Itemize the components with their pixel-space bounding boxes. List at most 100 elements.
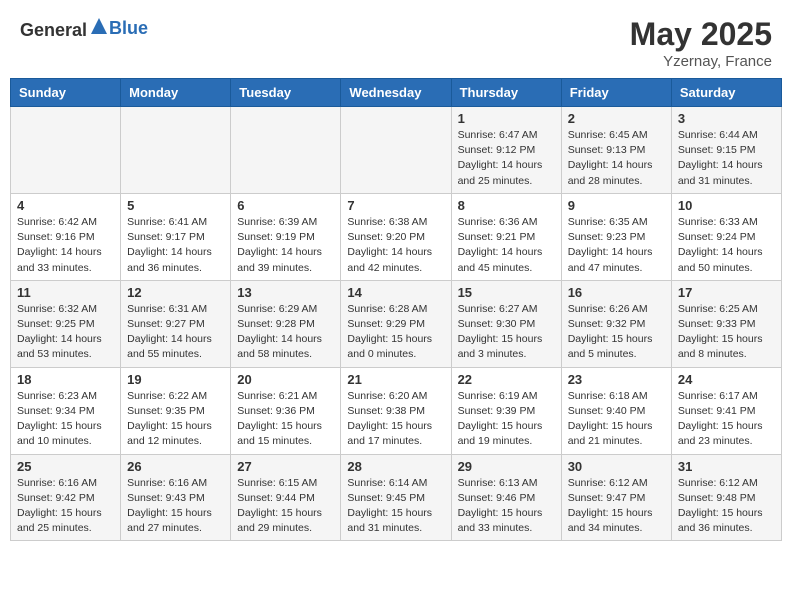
calendar-cell <box>341 107 451 194</box>
calendar-cell: 21 Sunrise: 6:20 AMSunset: 9:38 PMDayligh… <box>341 367 451 454</box>
day-number: 24 <box>678 372 775 387</box>
calendar-cell: 12 Sunrise: 6:31 AMSunset: 9:27 PMDayligh… <box>121 280 231 367</box>
day-info: Sunrise: 6:16 AMSunset: 9:43 PMDaylight:… <box>127 476 224 537</box>
day-number: 29 <box>458 459 555 474</box>
calendar-cell: 31 Sunrise: 6:12 AMSunset: 9:48 PMDayligh… <box>671 454 781 541</box>
calendar-cell: 17Sunrise: 6:25 AMSunset: 9:33 PMDayligh… <box>671 280 781 367</box>
calendar-cell: 8 Sunrise: 6:36 AMSunset: 9:21 PMDaylight… <box>451 193 561 280</box>
day-info: Sunrise: 6:41 AMSunset: 9:17 PMDaylight:… <box>127 215 224 276</box>
calendar-cell: 9Sunrise: 6:35 AMSunset: 9:23 PMDaylight… <box>561 193 671 280</box>
day-number: 8 <box>458 198 555 213</box>
day-info: Sunrise: 6:12 AMSunset: 9:48 PMDaylight:… <box>678 476 775 537</box>
day-info: Sunrise: 6:12 AMSunset: 9:47 PMDaylight:… <box>568 476 665 537</box>
day-info: Sunrise: 6:45 AMSunset: 9:13 PMDaylight:… <box>568 128 665 189</box>
day-info: Sunrise: 6:36 AMSunset: 9:21 PMDaylight:… <box>458 215 555 276</box>
day-info: Sunrise: 6:27 AMSunset: 9:30 PMDaylight:… <box>458 302 555 363</box>
day-number: 3 <box>678 111 775 126</box>
weekday-header-wednesday: Wednesday <box>341 79 451 107</box>
calendar-cell: 1Sunrise: 6:47 AMSunset: 9:12 PMDaylight… <box>451 107 561 194</box>
day-number: 23 <box>568 372 665 387</box>
day-number: 27 <box>237 459 334 474</box>
day-info: Sunrise: 6:15 AMSunset: 9:44 PMDaylight:… <box>237 476 334 537</box>
day-info: Sunrise: 6:44 AMSunset: 9:15 PMDaylight:… <box>678 128 775 189</box>
day-number: 6 <box>237 198 334 213</box>
day-info: Sunrise: 6:42 AMSunset: 9:16 PMDaylight:… <box>17 215 114 276</box>
calendar-cell: 6 Sunrise: 6:39 AMSunset: 9:19 PMDaylight… <box>231 193 341 280</box>
calendar-cell: 13Sunrise: 6:29 AMSunset: 9:28 PMDayligh… <box>231 280 341 367</box>
day-info: Sunrise: 6:29 AMSunset: 9:28 PMDaylight:… <box>237 302 334 363</box>
day-number: 2 <box>568 111 665 126</box>
calendar-cell: 24 Sunrise: 6:17 AMSunset: 9:41 PMDayligh… <box>671 367 781 454</box>
calendar-cell: 20 Sunrise: 6:21 AMSunset: 9:36 PMDayligh… <box>231 367 341 454</box>
calendar-cell: 3 Sunrise: 6:44 AMSunset: 9:15 PMDaylight… <box>671 107 781 194</box>
day-info: Sunrise: 6:17 AMSunset: 9:41 PMDaylight:… <box>678 389 775 450</box>
logo-general: General <box>20 20 87 40</box>
month-title: May 2025 <box>630 16 772 53</box>
calendar-cell: 26 Sunrise: 6:16 AMSunset: 9:43 PMDayligh… <box>121 454 231 541</box>
day-number: 31 <box>678 459 775 474</box>
calendar-cell: 16Sunrise: 6:26 AMSunset: 9:32 PMDayligh… <box>561 280 671 367</box>
weekday-header-saturday: Saturday <box>671 79 781 107</box>
calendar-cell: 19Sunrise: 6:22 AMSunset: 9:35 PMDayligh… <box>121 367 231 454</box>
day-info: Sunrise: 6:14 AMSunset: 9:45 PMDaylight:… <box>347 476 444 537</box>
day-info: Sunrise: 6:16 AMSunset: 9:42 PMDaylight:… <box>17 476 114 537</box>
day-info: Sunrise: 6:28 AMSunset: 9:29 PMDaylight:… <box>347 302 444 363</box>
calendar-cell: 4 Sunrise: 6:42 AMSunset: 9:16 PMDaylight… <box>11 193 121 280</box>
day-number: 16 <box>568 285 665 300</box>
day-number: 26 <box>127 459 224 474</box>
title-area: May 2025 Yzernay, France <box>630 16 772 70</box>
day-number: 5 <box>127 198 224 213</box>
calendar-cell: 10 Sunrise: 6:33 AMSunset: 9:24 PMDayligh… <box>671 193 781 280</box>
logo-blue: Blue <box>109 18 148 38</box>
week-row-2: 4 Sunrise: 6:42 AMSunset: 9:16 PMDaylight… <box>11 193 782 280</box>
day-info: Sunrise: 6:33 AMSunset: 9:24 PMDaylight:… <box>678 215 775 276</box>
day-info: Sunrise: 6:20 AMSunset: 9:38 PMDaylight:… <box>347 389 444 450</box>
day-info: Sunrise: 6:31 AMSunset: 9:27 PMDaylight:… <box>127 302 224 363</box>
page-header: General Blue May 2025 Yzernay, France <box>0 0 792 78</box>
week-row-1: 1Sunrise: 6:47 AMSunset: 9:12 PMDaylight… <box>11 107 782 194</box>
week-row-4: 18 Sunrise: 6:23 AMSunset: 9:34 PMDayligh… <box>11 367 782 454</box>
day-number: 30 <box>568 459 665 474</box>
calendar-cell: 15 Sunrise: 6:27 AMSunset: 9:30 PMDayligh… <box>451 280 561 367</box>
calendar-cell: 23 Sunrise: 6:18 AMSunset: 9:40 PMDayligh… <box>561 367 671 454</box>
day-number: 19 <box>127 372 224 387</box>
day-number: 4 <box>17 198 114 213</box>
calendar-cell: 11Sunrise: 6:32 AMSunset: 9:25 PMDayligh… <box>11 280 121 367</box>
day-number: 12 <box>127 285 224 300</box>
day-number: 14 <box>347 285 444 300</box>
calendar-cell: 5 Sunrise: 6:41 AMSunset: 9:17 PMDaylight… <box>121 193 231 280</box>
day-number: 9 <box>568 198 665 213</box>
calendar-cell <box>11 107 121 194</box>
day-number: 1 <box>458 111 555 126</box>
day-number: 21 <box>347 372 444 387</box>
location: Yzernay, France <box>630 53 772 70</box>
calendar-wrapper: SundayMondayTuesdayWednesdayThursdayFrid… <box>0 78 792 551</box>
day-number: 10 <box>678 198 775 213</box>
day-number: 28 <box>347 459 444 474</box>
weekday-header-sunday: Sunday <box>11 79 121 107</box>
logo-icon <box>89 16 109 36</box>
day-info: Sunrise: 6:19 AMSunset: 9:39 PMDaylight:… <box>458 389 555 450</box>
day-info: Sunrise: 6:25 AMSunset: 9:33 PMDaylight:… <box>678 302 775 363</box>
calendar-cell: 2 Sunrise: 6:45 AMSunset: 9:13 PMDaylight… <box>561 107 671 194</box>
day-info: Sunrise: 6:21 AMSunset: 9:36 PMDaylight:… <box>237 389 334 450</box>
calendar-cell: 30 Sunrise: 6:12 AMSunset: 9:47 PMDayligh… <box>561 454 671 541</box>
calendar-cell: 22Sunrise: 6:19 AMSunset: 9:39 PMDayligh… <box>451 367 561 454</box>
weekday-header-thursday: Thursday <box>451 79 561 107</box>
day-number: 20 <box>237 372 334 387</box>
calendar-cell <box>231 107 341 194</box>
calendar-cell: 27 Sunrise: 6:15 AMSunset: 9:44 PMDayligh… <box>231 454 341 541</box>
day-info: Sunrise: 6:18 AMSunset: 9:40 PMDaylight:… <box>568 389 665 450</box>
day-number: 18 <box>17 372 114 387</box>
calendar-cell <box>121 107 231 194</box>
weekday-header-row: SundayMondayTuesdayWednesdayThursdayFrid… <box>11 79 782 107</box>
day-number: 15 <box>458 285 555 300</box>
day-number: 7 <box>347 198 444 213</box>
weekday-header-friday: Friday <box>561 79 671 107</box>
calendar-table: SundayMondayTuesdayWednesdayThursdayFrid… <box>10 78 782 541</box>
day-info: Sunrise: 6:13 AMSunset: 9:46 PMDaylight:… <box>458 476 555 537</box>
day-info: Sunrise: 6:23 AMSunset: 9:34 PMDaylight:… <box>17 389 114 450</box>
day-number: 11 <box>17 285 114 300</box>
weekday-header-monday: Monday <box>121 79 231 107</box>
day-info: Sunrise: 6:39 AMSunset: 9:19 PMDaylight:… <box>237 215 334 276</box>
